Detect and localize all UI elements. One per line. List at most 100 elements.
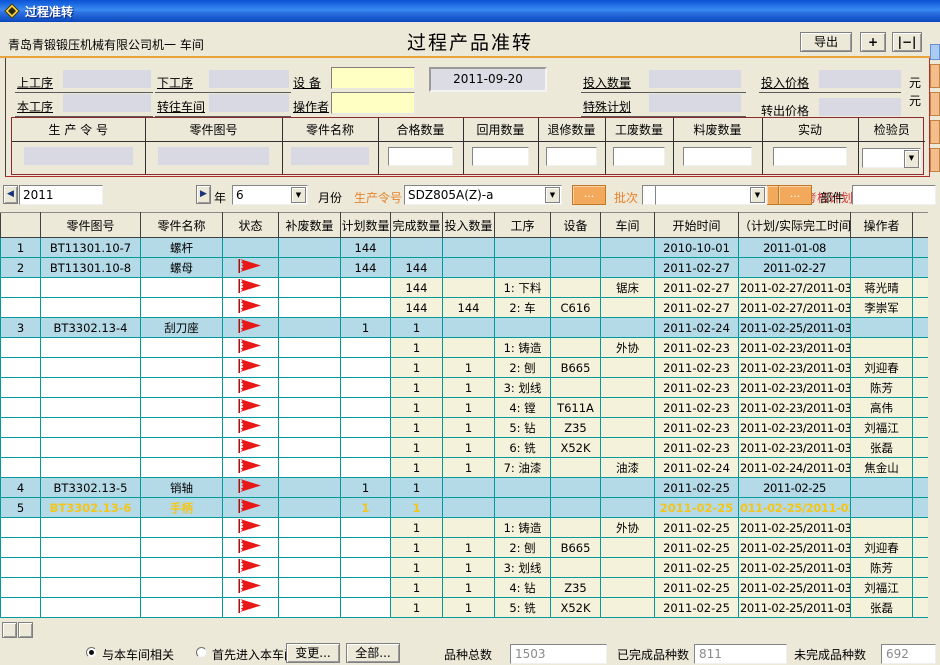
equipment-input[interactable]: [331, 67, 415, 89]
grid-cell: [551, 338, 601, 358]
grid-row-sub[interactable]: 117: 油漆油漆2011-02-242011-02-24/2011-03-19…: [1, 458, 929, 478]
grid-cell: 2011-02-24: [655, 318, 739, 338]
inspector-combo[interactable]: ▼: [862, 148, 921, 168]
total-count-label: 品种总数: [444, 646, 492, 663]
entry-cell[interactable]: [145, 141, 282, 174]
grid-row-sub[interactable]: 113: 划线2011-02-252011-02-25/2011-03-16陈芳: [1, 558, 929, 578]
operator-label: 操作者: [293, 98, 329, 115]
prev-record-button[interactable]: ◀: [3, 185, 18, 204]
entry-input-field[interactable]: [472, 147, 530, 166]
chevron-down-icon[interactable]: ▼: [291, 187, 306, 203]
entry-input-field[interactable]: [773, 147, 847, 166]
grid-row-main[interactable]: 5BT3302.13-6手柄112011-02-25011-02-25/2011…: [1, 498, 929, 518]
grid-cell: [141, 438, 223, 458]
entry-cell[interactable]: [673, 141, 762, 174]
grid-cell: [551, 278, 601, 298]
entry-cell[interactable]: [378, 141, 463, 174]
edge-button[interactable]: [930, 44, 940, 60]
next-record-button[interactable]: ▶: [196, 185, 211, 204]
entry-cell[interactable]: [282, 141, 378, 174]
grid-cell: [279, 518, 341, 538]
expand-all-button[interactable]: +: [860, 32, 886, 52]
edge-button[interactable]: [930, 64, 940, 88]
export-button[interactable]: 导出: [800, 32, 852, 52]
grid-cell: [341, 518, 391, 538]
grid-row-main[interactable]: 2BT11301.10-8螺母1441442011-02-272011-02-2…: [1, 258, 929, 278]
entry-input-field[interactable]: [388, 147, 454, 166]
grid-cell: [279, 498, 341, 518]
grid-cell: 144: [391, 278, 443, 298]
grid-cell: 1: [341, 318, 391, 338]
chevron-down-icon[interactable]: ▼: [904, 150, 919, 168]
grid-cell: X52K: [551, 598, 601, 618]
grid-row-sub[interactable]: 112: 刨B6652011-02-252011-02-25/2011-03-1…: [1, 538, 929, 558]
assess-more-button[interactable]: ...: [778, 185, 812, 205]
grid-cell: 2011-02-27: [739, 258, 851, 278]
chevron-down-icon[interactable]: ▼: [750, 187, 765, 203]
entry-input-field[interactable]: [613, 147, 665, 166]
grid-cell: 1: [443, 398, 495, 418]
grid-row-sub[interactable]: 112: 刨B6652011-02-232011-02-23/2011-03-1…: [1, 358, 929, 378]
grid-cell: [495, 498, 551, 518]
order-more-button[interactable]: ...: [572, 185, 606, 205]
grid-col-header: [913, 213, 929, 238]
grid-cell: 6: 铣: [495, 438, 551, 458]
entry-cell[interactable]: [463, 141, 538, 174]
operator-input[interactable]: [331, 92, 415, 114]
grid-cell: [1, 378, 41, 398]
grid-cell: [279, 578, 341, 598]
entry-input-field[interactable]: [683, 147, 752, 166]
grid-row-main[interactable]: 4BT3302.13-5销轴112011-02-252011-02-25: [1, 478, 929, 498]
order-combo[interactable]: SDZ805A(Z)-a▼: [404, 185, 562, 205]
grid-nav-right-button[interactable]: [18, 622, 33, 638]
collapse-all-button[interactable]: |−|: [892, 32, 922, 52]
grid-row-sub[interactable]: 11: 铸造外协2011-02-252011-02-25/2011-03-15: [1, 518, 929, 538]
grid-cell: [913, 558, 929, 578]
edge-button[interactable]: [930, 148, 940, 172]
grid-row-main[interactable]: 3BT3302.13-4刮刀座112011-02-242011-02-25/20…: [1, 318, 929, 338]
grid-row-sub[interactable]: 115: 钻Z352011-02-232011-02-23/2011-03-16…: [1, 418, 929, 438]
done-count-label: 已完成品种数: [617, 646, 689, 663]
grid-cell: [41, 538, 141, 558]
entry-cell[interactable]: [762, 141, 858, 174]
grid-row-sub[interactable]: 113: 划线2011-02-232011-02-23/2011-03-16陈芳: [1, 378, 929, 398]
grid-row-sub[interactable]: 1441: 下料锯床2011-02-272011-02-27/2011-03-1…: [1, 278, 929, 298]
grid-cell: [41, 458, 141, 478]
entry-cell[interactable]: ▼: [858, 141, 925, 174]
edge-button[interactable]: [930, 120, 940, 144]
grid-cell: [141, 378, 223, 398]
change-button[interactable]: 变更...: [286, 643, 340, 663]
grid-row-main[interactable]: 1BT11301.10-7螺杆1442010-10-012011-01-08: [1, 238, 929, 258]
grid-cell: 1: [391, 598, 443, 618]
all-button[interactable]: 全部...: [346, 643, 400, 663]
grid-nav-left-button[interactable]: [2, 622, 17, 638]
entry-input-field[interactable]: [546, 147, 597, 166]
grid-cell: 1: [443, 358, 495, 378]
chevron-down-icon[interactable]: ▼: [545, 187, 560, 203]
radio-related-shop[interactable]: [86, 647, 97, 658]
status-cell: [223, 578, 279, 598]
month-combo[interactable]: 6▼: [232, 185, 308, 205]
grid-cell: [913, 418, 929, 438]
entry-cell[interactable]: [605, 141, 673, 174]
grid-row-sub[interactable]: 11: 铸造外协2011-02-232011-02-23/2011-03-15: [1, 338, 929, 358]
entry-cell[interactable]: [538, 141, 605, 174]
grid-row-sub[interactable]: 1441442: 车C6162011-02-272011-02-27/2011-…: [1, 298, 929, 318]
grid-row-sub[interactable]: 114: 钻Z352011-02-252011-02-25/2011-03-16…: [1, 578, 929, 598]
company-name: 青岛青锻锻压机械有限公司机一 车间: [8, 36, 204, 53]
status-cell: [223, 538, 279, 558]
grid-cell: [495, 238, 551, 258]
year-input[interactable]: 2011: [19, 185, 103, 205]
grid-cell: [913, 238, 929, 258]
edge-button[interactable]: [930, 92, 940, 116]
radio-first-enter[interactable]: [196, 647, 207, 658]
grid-row-sub[interactable]: 115: 铣X52K2011-02-252011-02-25/2011-03-1…: [1, 598, 929, 618]
grid-row-sub[interactable]: 114: 镗T611A2011-02-232011-02-23/2011-03-…: [1, 398, 929, 418]
grid-row-sub[interactable]: 116: 铣X52K2011-02-232011-02-23/2011-03-1…: [1, 438, 929, 458]
grid-cell: [851, 518, 913, 538]
entry-cell[interactable]: [12, 141, 145, 174]
grid-cell: [341, 458, 391, 478]
grid-cell: [279, 418, 341, 438]
assess-combo[interactable]: ▼: [655, 185, 767, 205]
part-input[interactable]: [852, 185, 936, 205]
